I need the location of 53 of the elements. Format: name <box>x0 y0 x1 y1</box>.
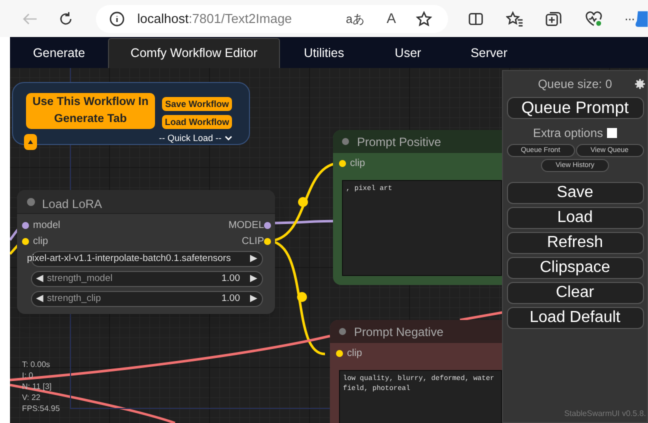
stat-text: T: 0.00s <box>22 360 50 369</box>
wire-midpoint-dot[interactable] <box>298 197 308 207</box>
info-icon[interactable] <box>109 10 126 26</box>
node-title: Prompt Positive <box>357 135 442 149</box>
number-input[interactable]: ◀ strength_model 1.00 ▶ <box>31 271 263 287</box>
translate-icon[interactable]: aあ <box>346 10 365 28</box>
panel-button[interactable]: Save <box>506 182 644 204</box>
favorites-icon[interactable] <box>506 10 524 26</box>
queue-prompt-button[interactable]: Queue Prompt <box>506 97 644 119</box>
panel-button[interactable]: Load Default <box>506 307 644 329</box>
split-screen-icon[interactable] <box>468 10 484 26</box>
reload-icon[interactable] <box>58 10 74 26</box>
stat-text: N: 11 [3] <box>22 382 52 391</box>
more-icon[interactable]: ··· <box>624 8 634 28</box>
input-label: clip <box>350 158 366 169</box>
tab[interactable]: User <box>368 38 448 68</box>
settings-icon[interactable] <box>635 79 645 89</box>
input-label: clip <box>33 236 48 247</box>
node-title: Load LoRA <box>42 196 102 213</box>
stat-text: V: 22 <box>22 393 40 402</box>
panel-button[interactable]: Clipspace <box>506 257 644 279</box>
panel-button[interactable]: Clear <box>506 282 644 304</box>
collapse-button[interactable] <box>24 134 37 150</box>
panel-button[interactable]: Refresh <box>506 232 644 254</box>
output-label: CLIP <box>242 236 264 247</box>
chevron-icon[interactable] <box>224 136 232 140</box>
wire-midpoint-dot[interactable] <box>297 292 307 302</box>
input-label: model <box>33 220 60 231</box>
url-text: localhost:7801/Text2Image <box>137 10 292 28</box>
save-workflow-button[interactable]: Save Workflow <box>162 97 232 111</box>
address-bar[interactable]: localhost:7801/Text2Image aあ A <box>96 4 448 32</box>
node-title: Prompt Negative <box>354 325 444 339</box>
number-input[interactable]: ◀ strength_clip 1.00 ▶ <box>31 291 263 307</box>
panel-button[interactable]: Load <box>506 207 644 229</box>
queue-size-text: Queue size: 0 <box>538 76 612 93</box>
tab[interactable]: Utilities <box>280 38 368 68</box>
heart-icon[interactable] <box>584 10 602 26</box>
version-text: StableSwarmUI v0.5.8. <box>564 408 646 420</box>
load-workflow-button[interactable]: Load Workflow <box>162 115 232 129</box>
caret-icon[interactable] <box>28 140 33 144</box>
extra-options-label: Extra options <box>532 125 604 142</box>
collections-icon[interactable] <box>545 10 563 26</box>
stat-text: FPS:54.95 <box>22 404 60 413</box>
extra-options-checkbox[interactable] <box>607 128 618 138</box>
read-aloud-icon[interactable]: A <box>386 8 396 29</box>
input-label: clip <box>347 348 362 359</box>
tab[interactable]: Comfy Workflow Editor <box>108 38 280 68</box>
star-icon[interactable] <box>416 10 432 26</box>
output-label: MODEL <box>228 220 264 231</box>
tab[interactable]: Server <box>448 38 530 68</box>
tab[interactable]: Generate <box>10 38 108 68</box>
use-workflow-button[interactable]: Use This Workflow In Generate Tab <box>26 93 155 129</box>
quick-load-dropdown[interactable]: -- Quick Load -- <box>159 132 232 144</box>
